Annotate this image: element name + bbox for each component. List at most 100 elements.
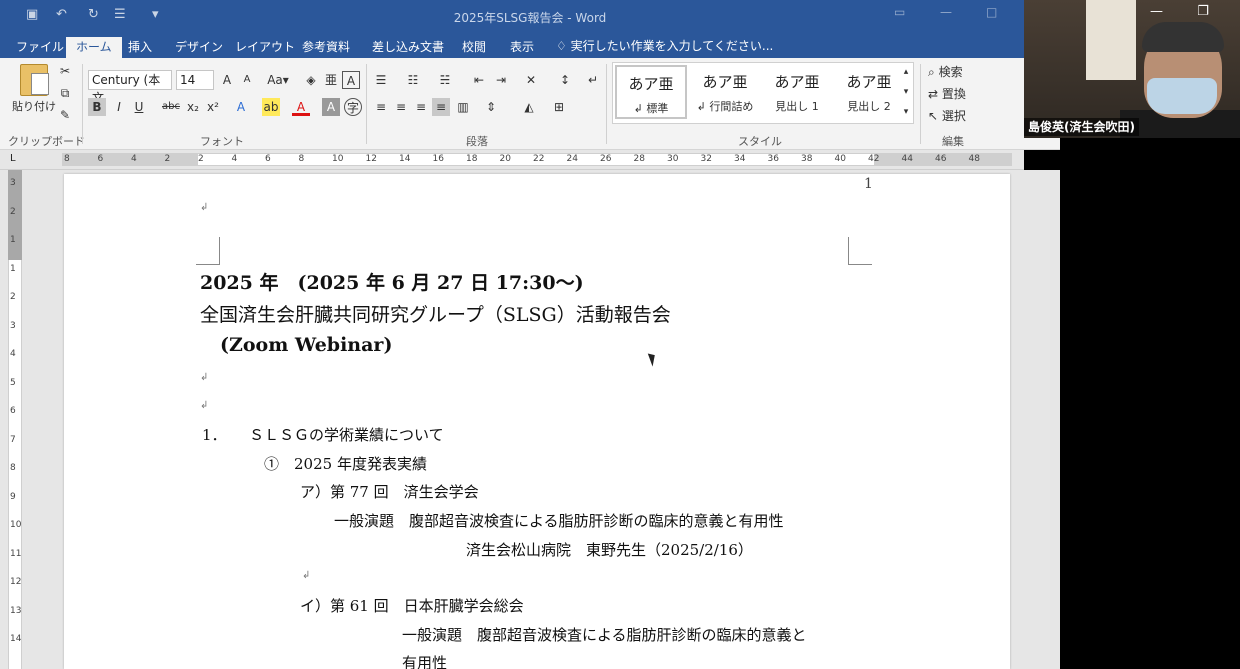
replace-button[interactable]: ⇄ 置換 — [928, 85, 966, 102]
doc-line-subtitle[interactable]: (Zoom Webinar) — [220, 334, 392, 356]
doc-line-subitem-a[interactable]: ア）第 77 回 済生会学会 — [300, 481, 479, 502]
show-marks-icon[interactable]: ↵ — [584, 71, 602, 89]
paragraph-group-label: 段落 — [466, 135, 488, 148]
bullets-icon[interactable]: ☰ — [372, 71, 390, 89]
tab-design[interactable]: デザイン — [165, 37, 233, 58]
search-icon: ⌕ — [928, 65, 935, 79]
doc-line-presenter-a[interactable]: 済生会松山病院 東野先生（2025/2/16） — [466, 539, 753, 560]
ruler-tick-label: 22 — [533, 154, 545, 164]
highlight-icon[interactable]: ab — [262, 98, 280, 116]
maximize-icon[interactable]: □ — [986, 5, 997, 19]
ruler-tick-label: 2 — [10, 292, 16, 302]
shrink-font-icon[interactable]: A — [238, 71, 256, 89]
ruler-left-margin — [62, 153, 198, 166]
doc-line-section-1[interactable]: 1． ＳＬＳＧの学術業績について — [202, 424, 444, 445]
document-canvas[interactable]: 1 ↲ 2025 年 (2025 年 6 月 27 日 17:30～) 全国済生… — [26, 170, 1060, 669]
font-size-select[interactable]: 14 — [176, 70, 214, 90]
distributed-icon[interactable]: ▥ — [454, 98, 472, 116]
tab-review[interactable]: 校閲 — [452, 37, 496, 58]
text-effects-icon[interactable]: A — [232, 98, 250, 116]
tab-selector-icon[interactable]: L — [10, 153, 16, 164]
ruler-tick-label: 3 — [10, 320, 16, 331]
italic-button[interactable]: I — [110, 98, 128, 116]
superscript-button[interactable]: x² — [204, 98, 222, 116]
styles-more-icon[interactable]: ▾ — [897, 103, 915, 121]
asian-layout-icon[interactable]: ✕ — [522, 71, 540, 89]
style-no-spacing[interactable]: あア亜 ↲ 行間詰め — [689, 65, 761, 119]
decrease-indent-icon[interactable]: ⇤ — [470, 71, 488, 89]
doc-line-date[interactable]: 2025 年 (2025 年 6 月 27 日 17:30～) — [200, 268, 584, 295]
font-color-icon[interactable]: A — [292, 98, 310, 116]
tab-insert[interactable]: 挿入 — [118, 37, 162, 58]
grow-font-icon[interactable]: A — [218, 71, 236, 89]
style-normal[interactable]: あア亜 ↲ 標準 — [615, 65, 687, 119]
sort-icon[interactable]: ↕ — [556, 71, 574, 89]
ruler-tick-label: 12 — [365, 154, 377, 164]
lightbulb-icon: ♢ — [556, 39, 567, 53]
doc-line-title[interactable]: 全国済生会肝臓共同研究グループ（SLSG）活動報告会 — [200, 300, 671, 327]
minimize-icon[interactable]: — — [1150, 4, 1163, 19]
paste-button-label[interactable]: 貼り付け — [12, 98, 56, 114]
horizontal-ruler[interactable]: L 8 6 4 2 2 4 6 8 10 12 14 16 18 20 22 24 26 28 30 32 34 36 38… — [0, 150, 1024, 170]
style-heading-2[interactable]: あア亜 見出し 2 — [833, 65, 905, 119]
group-divider — [920, 64, 921, 144]
increase-indent-icon[interactable]: ⇥ — [492, 71, 510, 89]
ribbon-display-icon[interactable]: ▭ — [894, 5, 905, 19]
align-right-icon[interactable]: ≡ — [412, 98, 430, 116]
borders-icon[interactable]: ⊞ — [550, 98, 568, 116]
doc-line-presentation-b-cont[interactable]: 有用性 — [402, 652, 447, 669]
cut-icon[interactable]: ✂ — [56, 62, 74, 80]
subscript-button[interactable]: x₂ — [184, 98, 202, 116]
change-case-icon[interactable]: Aa▾ — [264, 71, 292, 89]
doc-line-presentation-a[interactable]: 一般演題 腹部超音波検査による脂肪肝診断の臨床的意義と有用性 — [334, 510, 784, 531]
strikethrough-button[interactable]: abc — [160, 98, 182, 116]
ruler-tick-label: 34 — [734, 154, 746, 164]
shading-icon[interactable]: ◭ — [520, 98, 538, 116]
style-heading-1[interactable]: あア亜 見出し 1 — [761, 65, 833, 119]
ruler-tick-label: 32 — [700, 154, 712, 164]
wall-scroll-image — [1086, 0, 1136, 80]
tab-view[interactable]: 表示 — [500, 37, 544, 58]
styles-scroll-up-icon[interactable]: ▴ — [897, 63, 915, 81]
vertical-ruler[interactable]: 3 2 1 1 2 3 4 5 6 7 8 9 10 11 12 13 14 — [0, 170, 26, 669]
ruler-tick-label: 14 — [399, 154, 411, 164]
align-left-icon[interactable]: ≡ — [372, 98, 390, 116]
ruler-tick-label: 28 — [633, 154, 645, 164]
tab-references[interactable]: 参考資料 — [292, 37, 360, 58]
tell-me-box[interactable]: ♢ 実行したい作業を入力してください... — [556, 37, 773, 54]
multilevel-list-icon[interactable]: ☵ — [436, 71, 454, 89]
character-border-icon[interactable]: A — [342, 71, 360, 89]
numbering-icon[interactable]: ☷ — [404, 71, 422, 89]
styles-scroll-down-icon[interactable]: ▾ — [897, 83, 915, 101]
character-shading-icon[interactable]: A — [322, 98, 340, 116]
align-center-icon[interactable]: ≡ — [392, 98, 410, 116]
doc-line-presentation-b[interactable]: 一般演題 腹部超音波検査による脂肪肝診断の臨床的意義と — [402, 624, 807, 645]
phonetic-guide-icon[interactable]: 亜 — [322, 71, 340, 89]
select-icon: ↖ — [928, 109, 939, 123]
restore-icon[interactable]: ❐ — [1197, 4, 1209, 19]
doc-line-item-1[interactable]: ① 2025 年度発表実績 — [264, 453, 427, 474]
group-divider — [606, 64, 607, 144]
underline-button[interactable]: U — [130, 98, 148, 116]
justify-icon[interactable]: ≡ — [432, 98, 450, 116]
format-painter-icon[interactable]: ✎ — [56, 106, 74, 124]
bold-button[interactable]: B — [88, 98, 106, 116]
document-page[interactable]: 1 ↲ 2025 年 (2025 年 6 月 27 日 17:30～) 全国済生… — [64, 174, 1010, 669]
copy-icon[interactable]: ⧉ — [56, 84, 74, 102]
find-button[interactable]: ⌕ 検索 — [928, 63, 963, 80]
doc-line-subitem-b[interactable]: イ）第 61 回 日本肝臓学会総会 — [300, 595, 524, 616]
tab-home[interactable]: ホーム — [66, 37, 122, 58]
enclose-characters-icon[interactable]: 字 — [344, 98, 362, 116]
minimize-icon[interactable]: — — [940, 5, 952, 19]
tab-file[interactable]: ファイル — [6, 37, 74, 58]
clear-format-icon[interactable]: ◈ — [302, 71, 320, 89]
select-button[interactable]: ↖ 選択 — [928, 107, 966, 124]
margin-corner-right — [848, 237, 872, 265]
tab-mailings[interactable]: 差し込み文書 — [362, 37, 454, 58]
paste-icon[interactable] — [20, 64, 49, 96]
line-spacing-icon[interactable]: ⇕ — [482, 98, 500, 116]
ruler-tick-label: 44 — [901, 154, 913, 164]
ruler-tick-label: 2 — [164, 154, 171, 164]
ruler-tick-label: 24 — [566, 154, 578, 164]
font-name-select[interactable]: Century (本文 — [88, 70, 172, 105]
